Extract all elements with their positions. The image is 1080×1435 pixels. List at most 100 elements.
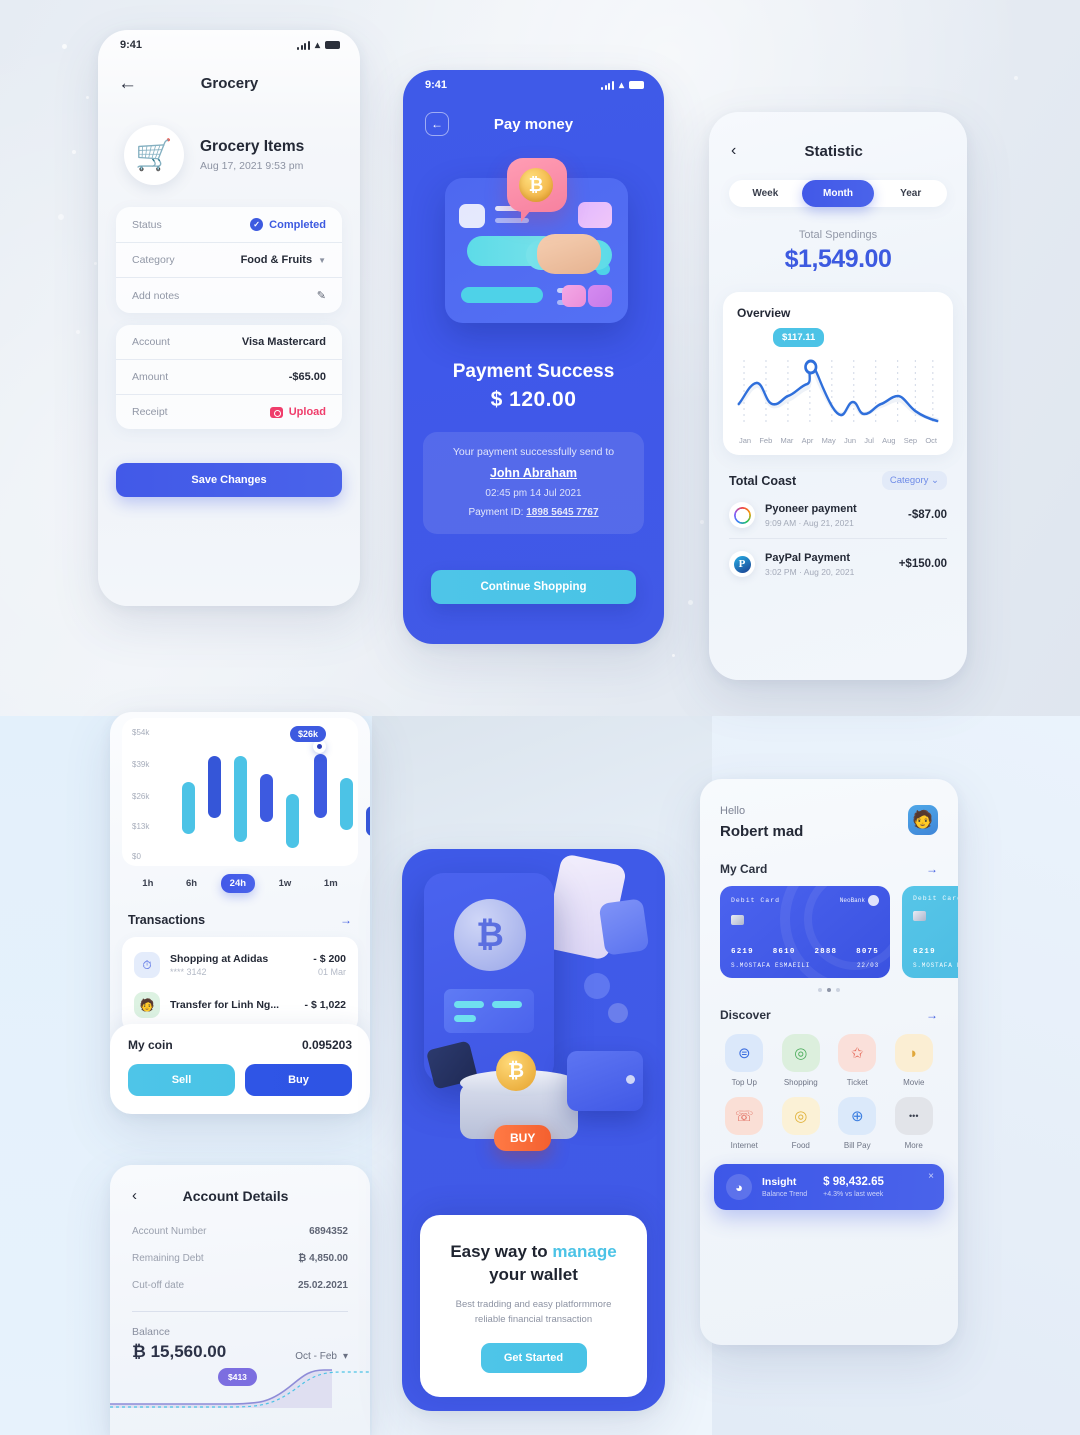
- upload-link[interactable]: Upload: [289, 406, 326, 418]
- status-bar: 9:41 ▴: [98, 30, 360, 60]
- discover-item-more[interactable]: ••• More: [886, 1097, 943, 1150]
- signal-icon: [297, 40, 310, 50]
- arrow-right-icon[interactable]: →: [340, 913, 352, 927]
- clock-icon: ⏱: [134, 952, 160, 978]
- page-title: Account Details: [182, 1187, 289, 1204]
- discover-label: Shopping: [783, 1078, 818, 1087]
- edit-pencil-icon[interactable]: ✎: [317, 289, 326, 302]
- total-spendings-label: Total Spendings: [798, 229, 878, 241]
- sell-button[interactable]: Sell: [128, 1064, 235, 1096]
- list-item[interactable]: 🧑 Transfer for Linh Ng... - $ 1,022: [134, 985, 346, 1025]
- range-1m[interactable]: 1m: [315, 874, 347, 893]
- avatar[interactable]: 🧑: [908, 805, 938, 835]
- discover-item-shopping[interactable]: ◎ Shopping: [773, 1034, 830, 1087]
- discover-item-internet[interactable]: ☏ Internet: [716, 1097, 773, 1150]
- discover-item-ticket[interactable]: ✩ Ticket: [829, 1034, 886, 1087]
- phone-account-details: ‹ Account Details Account Number 6894352…: [110, 1165, 370, 1435]
- transactions-header: Transactions →: [128, 913, 352, 927]
- arrow-right-icon[interactable]: →: [926, 862, 938, 876]
- y-tick: $26k: [132, 792, 150, 801]
- list-item[interactable]: ⏱ Shopping at Adidas **** 3142 - $ 200 0…: [134, 945, 346, 985]
- headline-part-b: your wallet: [489, 1264, 578, 1284]
- pie-chart-icon: ◕: [726, 1174, 752, 1200]
- tab-month[interactable]: Month: [801, 180, 875, 207]
- bank-card[interactable]: Debit Card 6219 8610 S.MOSTAFA ESMAEILI: [902, 886, 958, 978]
- row-label: Category: [132, 254, 175, 266]
- table-row: Amount -$65.00: [116, 360, 342, 395]
- transaction-name: Transfer for Linh Ng...: [170, 999, 280, 1011]
- card-chip-icon: [913, 911, 926, 921]
- discover-label: Bill Pay: [843, 1141, 871, 1150]
- status-bar: 9:41 ▴: [403, 70, 664, 100]
- table-row[interactable]: Category Food & Fruits ▼: [116, 243, 342, 278]
- transaction-date: 01 Mar: [317, 967, 346, 977]
- top-up-icon: ⊜: [725, 1034, 764, 1072]
- x-tick: Jun: [843, 436, 857, 445]
- my-coin-label: My coin: [128, 1038, 173, 1052]
- close-icon[interactable]: ×: [928, 1171, 934, 1182]
- y-tick: $0: [132, 852, 141, 861]
- range-bar-chart-card: $54k $39k $26k $13k $0 $26k: [122, 718, 370, 866]
- discover-item-movie[interactable]: ◗ Movie: [886, 1034, 943, 1087]
- page-title: Statistic: [804, 142, 863, 160]
- bank-card[interactable]: Debit Card NeoBank 6219 8610 2888 8075 S…: [720, 886, 890, 978]
- save-changes-button[interactable]: Save Changes: [116, 463, 342, 497]
- buy-button[interactable]: Buy: [245, 1064, 352, 1096]
- status-time: 9:41: [425, 79, 448, 91]
- chevron-down-icon: ⌄: [931, 475, 939, 486]
- card-holder: S.MOSTAFA ESMAEILI: [731, 962, 811, 969]
- item-date: Aug 17, 2021 9:53 pm: [200, 160, 304, 172]
- row-label: Status: [132, 218, 162, 231]
- table-row[interactable]: Add notes ✎: [116, 278, 342, 313]
- receipt-line-1: Your payment successfully send to: [452, 446, 615, 458]
- carousel-dot-active[interactable]: [827, 988, 831, 992]
- tab-year[interactable]: Year: [874, 180, 947, 207]
- discover-item-food[interactable]: ◎ Food: [773, 1097, 830, 1150]
- chevron-down-icon[interactable]: ▼: [318, 256, 326, 265]
- table-row[interactable]: Receipt Upload: [116, 395, 342, 429]
- app-bar: ‹ Account Details: [110, 1165, 370, 1204]
- x-tick: Aug: [882, 436, 896, 445]
- table-row[interactable]: Pyoneer payment 9:09 AM · Aug 21, 2021 -…: [729, 502, 947, 539]
- tab-week[interactable]: Week: [729, 180, 802, 207]
- account-rows: Account Number 6894352 Remaining Debt ₿ …: [110, 1218, 370, 1299]
- period-segmented-control: Week Month Year: [729, 180, 947, 207]
- bank-logo-icon: [868, 895, 879, 906]
- table-row[interactable]: Status ✓ Completed: [116, 207, 342, 243]
- receipt-payment-id: Payment ID: 1898 5645 7767: [437, 507, 630, 518]
- range-24h[interactable]: 24h: [220, 874, 256, 893]
- card-type-label: Debit Card: [913, 895, 958, 902]
- row-label: Cut-off date: [132, 1280, 185, 1291]
- discover-label: More: [904, 1141, 923, 1150]
- item-name: Grocery Items: [200, 138, 305, 155]
- balance-label: Balance: [132, 1326, 170, 1338]
- get-started-button[interactable]: Get Started: [480, 1343, 587, 1373]
- buy-badge[interactable]: BUY: [494, 1125, 552, 1151]
- app-bar: ‹ Statistic: [709, 112, 967, 160]
- range-1h[interactable]: 1h: [133, 874, 162, 893]
- carousel-dots[interactable]: [700, 988, 958, 992]
- continue-shopping-button[interactable]: Continue Shopping: [431, 570, 636, 604]
- arrow-right-icon[interactable]: →: [926, 1008, 938, 1022]
- period-selector[interactable]: Oct - Feb ▾: [295, 1351, 348, 1362]
- range-6h[interactable]: 6h: [177, 874, 206, 893]
- wallet-graphic: [567, 1051, 643, 1111]
- total-spendings-value: $1,549.00: [784, 245, 892, 273]
- payment-receipt-box: Your payment successfully send to John A…: [423, 432, 644, 534]
- discover-item-top-up[interactable]: ⊜ Top Up: [716, 1034, 773, 1087]
- carousel-dot[interactable]: [836, 988, 840, 992]
- recipient-name: John Abraham: [489, 466, 578, 480]
- card-carousel[interactable]: Debit Card NeoBank 6219 8610 2888 8075 S…: [700, 886, 958, 978]
- table-row[interactable]: P PayPal Payment 3:02 PM · Aug 20, 2021 …: [729, 551, 947, 587]
- row-label: Remaining Debt: [132, 1253, 204, 1264]
- greeting-header: Hello Robert mad 🧑: [700, 779, 958, 840]
- row-value: ₿ 4,850.00: [298, 1253, 348, 1264]
- transaction-amount: -$87.00: [907, 509, 947, 521]
- x-tick: Apr: [801, 436, 814, 445]
- carousel-dot[interactable]: [818, 988, 822, 992]
- discover-grid: ⊜ Top Up ◎ Shopping ✩ Ticket ◗ Movie ☏ I…: [716, 1034, 942, 1150]
- insight-banner[interactable]: ◕ Insight Balance Trend $ 98,432.65 +4.3…: [714, 1164, 944, 1210]
- discover-item-bill-pay[interactable]: ⊕ Bill Pay: [829, 1097, 886, 1150]
- range-1w[interactable]: 1w: [270, 874, 301, 893]
- category-filter-button[interactable]: Category ⌄: [881, 471, 947, 490]
